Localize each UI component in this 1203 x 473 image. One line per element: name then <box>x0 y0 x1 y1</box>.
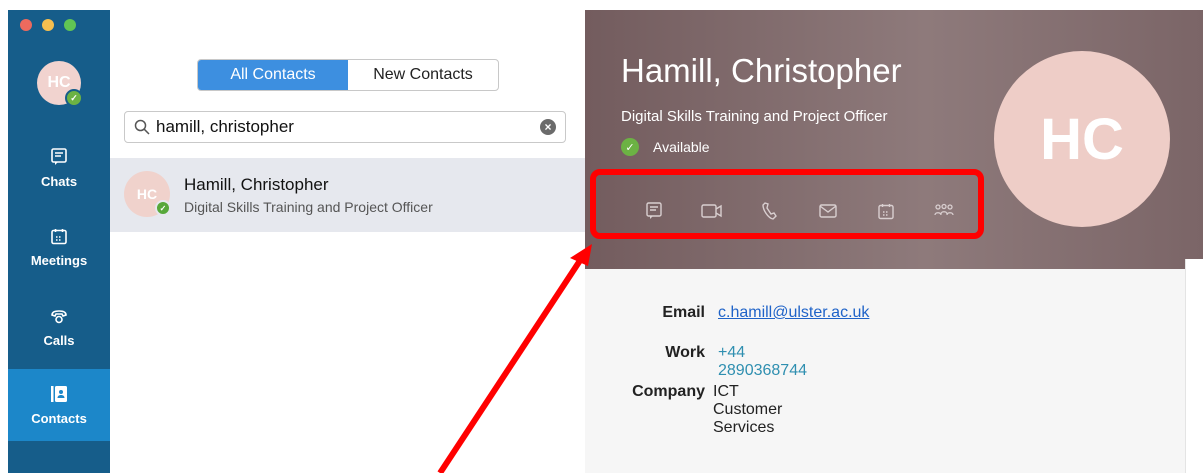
annotation-arrow <box>437 244 592 473</box>
